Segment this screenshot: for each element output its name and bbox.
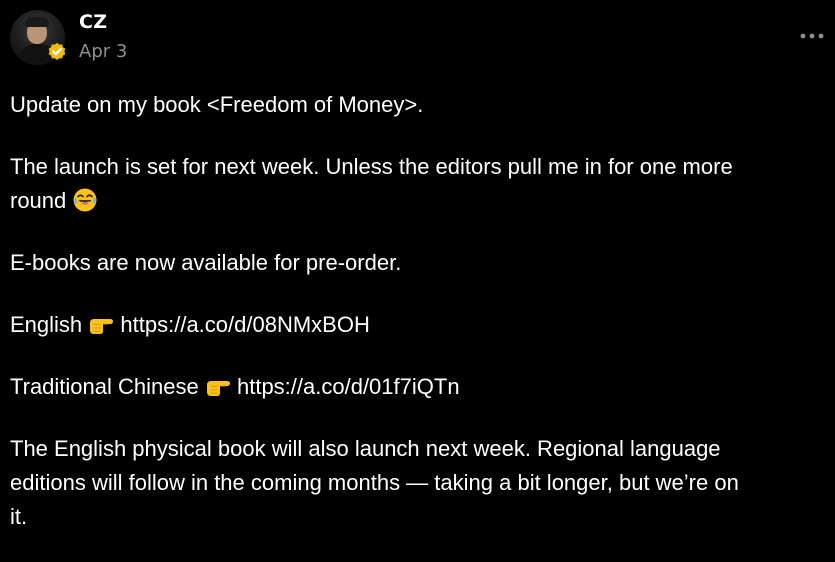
post-paragraph-english-link: English https://a.co/d/08NMxBOH bbox=[10, 308, 825, 342]
avatar-hair bbox=[25, 17, 49, 27]
post-line: Traditional Chinese https://a.co/d/01f7i… bbox=[10, 370, 825, 404]
post-paragraph-chinese-link: Traditional Chinese https://a.co/d/01f7i… bbox=[10, 370, 825, 404]
english-ebook-link[interactable]: https://a.co/d/08NMxBOH bbox=[120, 312, 369, 337]
post-line: editions will follow in the coming month… bbox=[10, 470, 739, 495]
post-line: The English physical book will also laun… bbox=[10, 436, 721, 461]
post-date: Apr 3 bbox=[79, 41, 128, 62]
post-paragraph-book-update: Update on my book <Freedom of Money>. bbox=[10, 88, 825, 122]
post-header: CZ Apr 3 bbox=[0, 0, 835, 80]
post-paragraph-ebooks: E-books are now available for pre-order. bbox=[10, 246, 825, 280]
more-options-icon[interactable] bbox=[799, 25, 825, 47]
author-name[interactable]: CZ bbox=[79, 11, 107, 33]
post-line: it. bbox=[10, 504, 28, 529]
backhand-index-pointing-right-emoji bbox=[206, 381, 230, 396]
post-body: Update on my book <Freedom of Money>. Th… bbox=[10, 88, 825, 562]
post-paragraph-launch: The launch is set for next week. Unless … bbox=[10, 150, 825, 218]
chinese-label: Traditional Chinese bbox=[10, 374, 199, 399]
post-line: English https://a.co/d/08NMxBOH bbox=[10, 308, 825, 342]
post-line: The launch is set for next week. Unless … bbox=[10, 154, 733, 179]
post-paragraph-physical-book: The English physical book will also laun… bbox=[10, 432, 825, 534]
post-line: Update on my book <Freedom of Money>. bbox=[10, 92, 424, 117]
chinese-ebook-link[interactable]: https://a.co/d/01f7iQTn bbox=[237, 374, 460, 399]
english-label: English bbox=[10, 312, 83, 337]
verified-badge-icon bbox=[48, 42, 66, 60]
post-line: round bbox=[10, 184, 825, 218]
face-with-tears-of-joy-emoji bbox=[73, 188, 97, 212]
post-text: round bbox=[10, 188, 67, 213]
post-line: E-books are now available for pre-order. bbox=[10, 250, 402, 275]
backhand-index-pointing-right-emoji bbox=[90, 319, 114, 334]
